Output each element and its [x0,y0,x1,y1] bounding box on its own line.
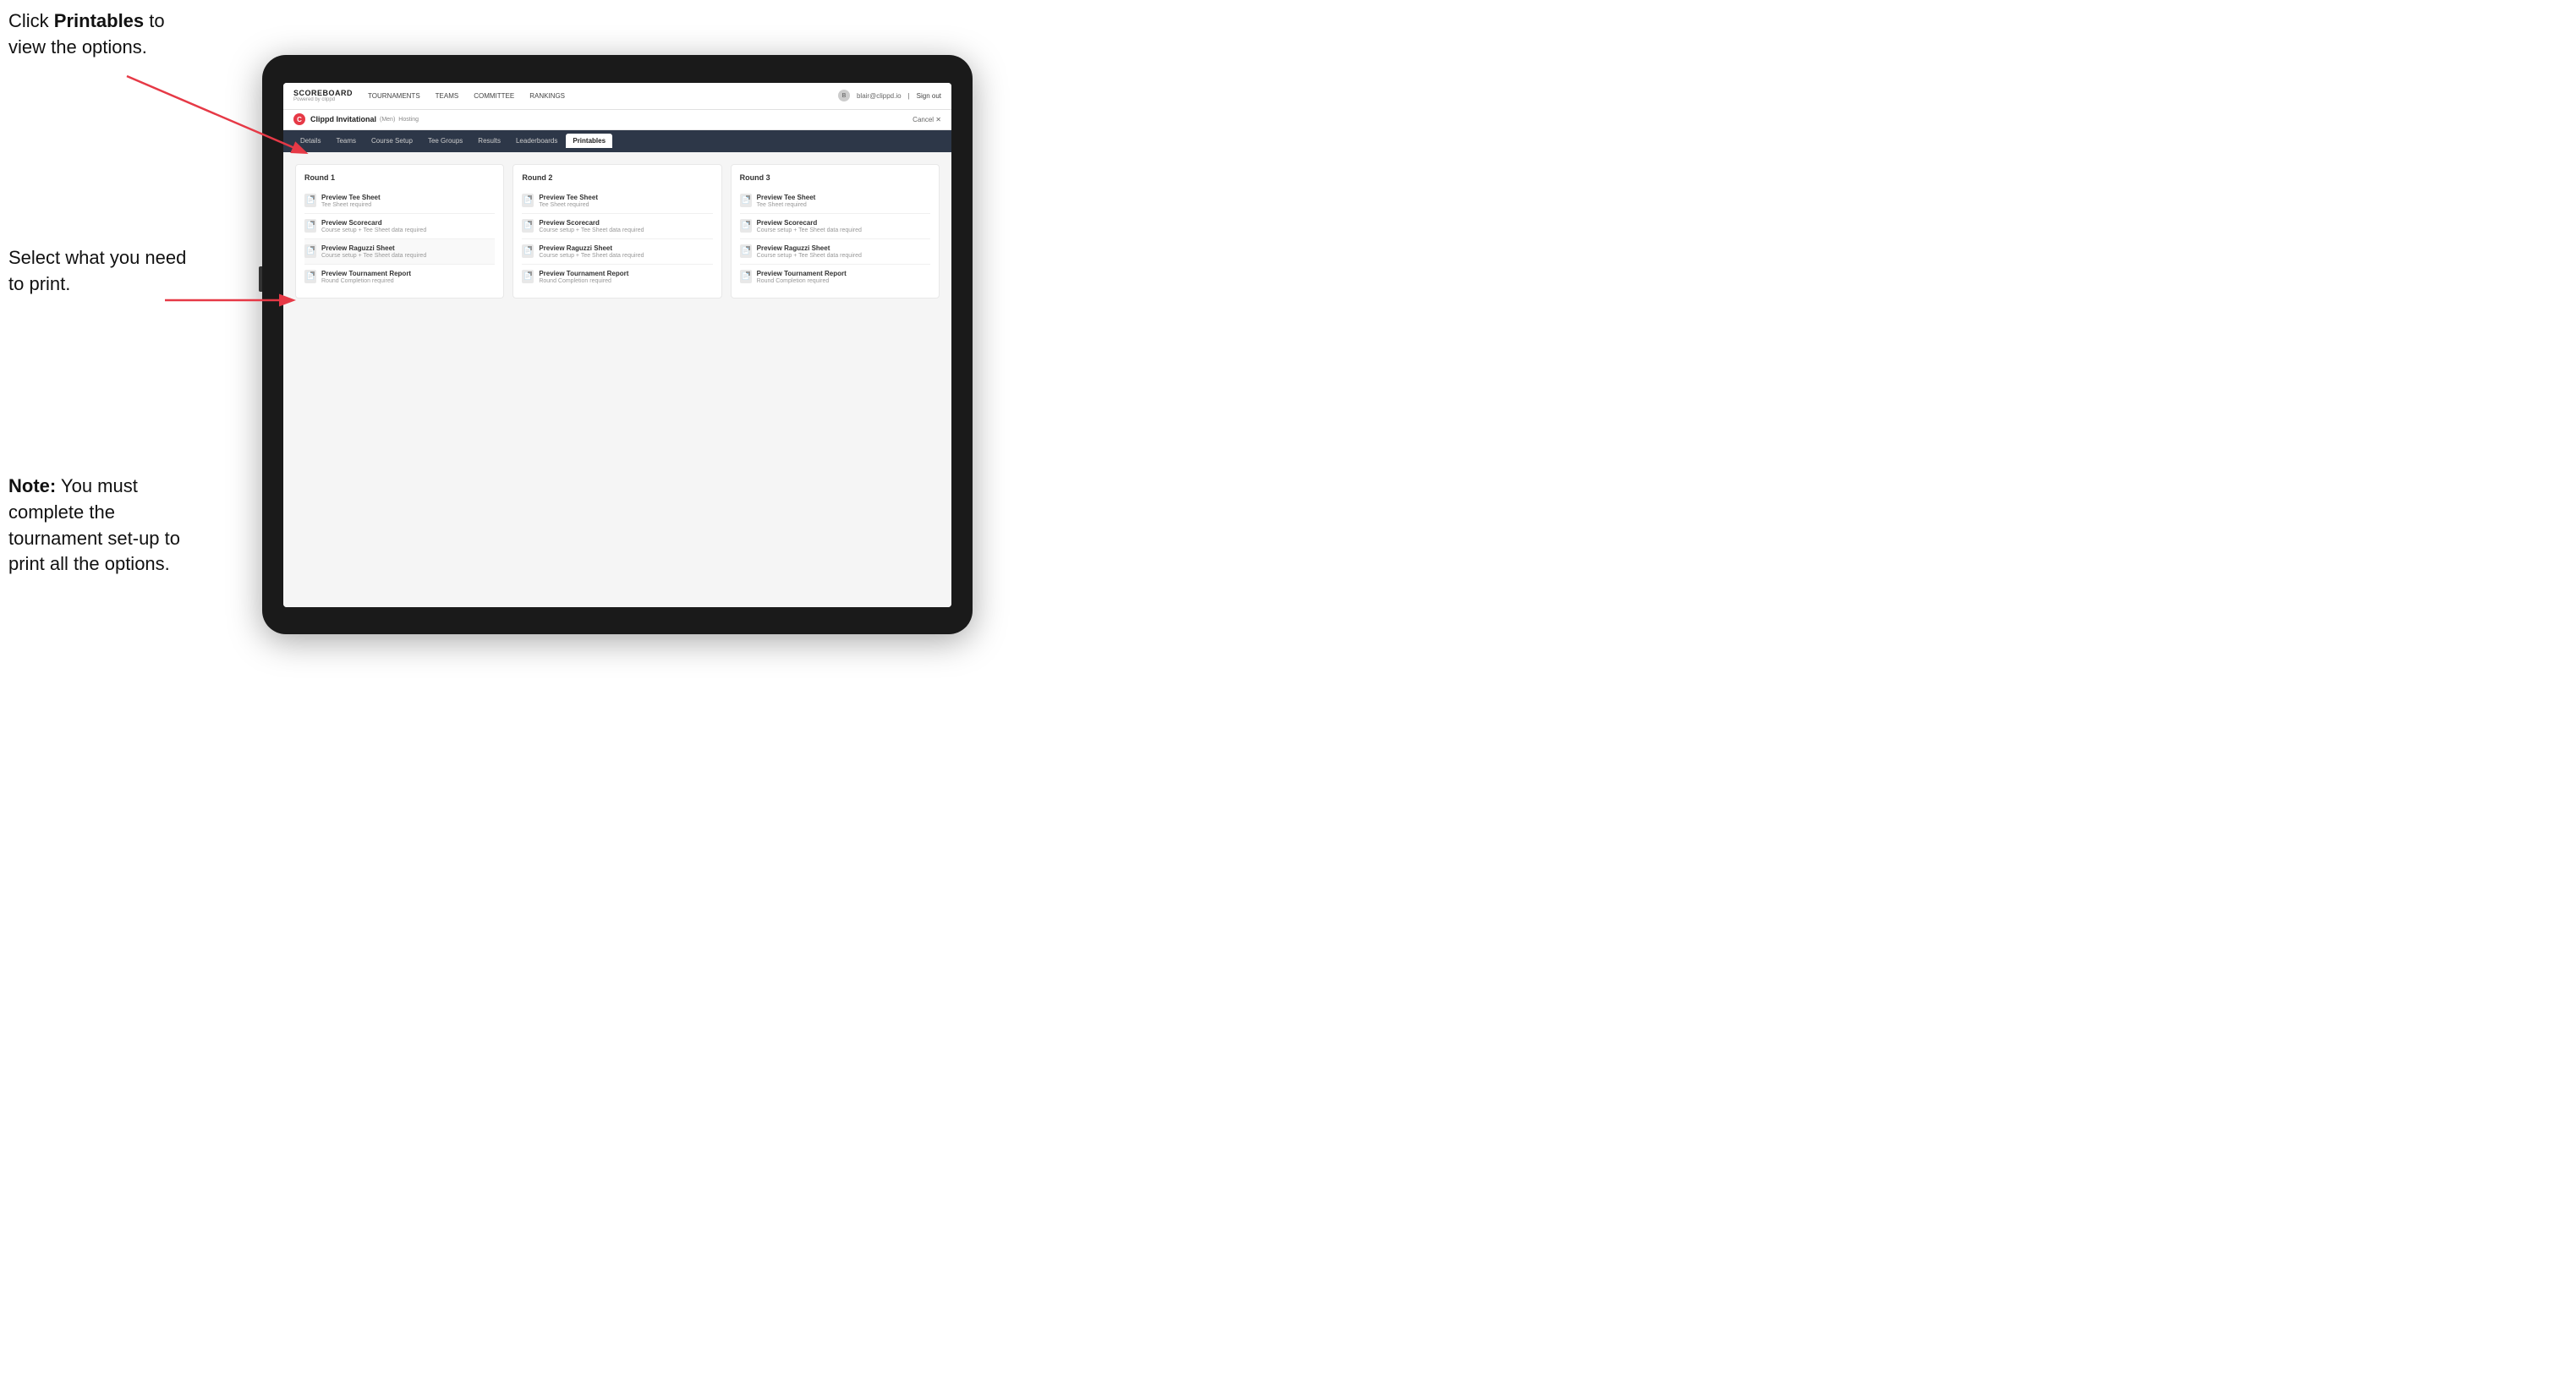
item-name: Preview Scorecard [321,219,426,227]
nav-rankings[interactable]: RANKINGS [528,92,567,100]
item-name: Preview Tournament Report [321,270,411,277]
doc-icon: 📄 [522,219,534,233]
print-item-text: Preview Tee Sheet Tee Sheet required [539,194,598,208]
item-desc: Course setup + Tee Sheet data required [539,253,644,259]
list-item[interactable]: 📄 Preview Scorecard Course setup + Tee S… [740,214,930,239]
item-name: Preview Scorecard [757,219,862,227]
list-item[interactable]: 📄 Preview Tee Sheet Tee Sheet required [740,189,930,214]
print-item-text: Preview Raguzzi Sheet Course setup + Tee… [321,244,426,259]
doc-icon: 📄 [522,194,534,207]
print-item-text: Preview Raguzzi Sheet Course setup + Tee… [757,244,862,259]
arrow-to-printables [118,68,330,169]
print-item-text: Preview Tee Sheet Tee Sheet required [321,194,381,208]
cancel-button[interactable]: Cancel ✕ [913,116,941,123]
list-item[interactable]: 📄 Preview Raguzzi Sheet Course setup + T… [740,239,930,265]
item-desc: Tee Sheet required [321,202,381,208]
print-item-text: Preview Scorecard Course setup + Tee She… [321,219,426,233]
print-item-text: Preview Scorecard Course setup + Tee She… [757,219,862,233]
instruction-bottom: Note: You must complete the tournament s… [8,474,211,578]
content-area: Round 1 📄 Preview Tee Sheet Tee Sheet re… [283,152,951,607]
top-nav: SCOREBOARD Powered by clippd TOURNAMENTS… [283,83,951,110]
print-item-text: Preview Tournament Report Round Completi… [539,270,628,284]
nav-tournaments[interactable]: TOURNAMENTS [366,92,422,100]
item-desc: Course setup + Tee Sheet data required [321,227,426,233]
round-2-title: Round 2 [522,173,712,182]
sign-out-separator: | [908,92,910,100]
item-name: Preview Scorecard [539,219,644,227]
round-1-column: Round 1 📄 Preview Tee Sheet Tee Sheet re… [295,164,504,299]
round-3-column: Round 3 📄 Preview Tee Sheet Tee Sheet re… [731,164,940,299]
tab-results[interactable]: Results [471,134,507,148]
list-item[interactable]: 📄 Preview Raguzzi Sheet Course setup + T… [522,239,712,265]
nav-links: TOURNAMENTS TEAMS COMMITTEE RANKINGS [366,92,838,100]
tab-course-setup[interactable]: Course Setup [364,134,419,148]
nav-committee[interactable]: COMMITTEE [472,92,516,100]
nav-teams[interactable]: TEAMS [434,92,461,100]
doc-icon: 📄 [304,219,316,233]
list-item[interactable]: 📄 Preview Tournament Report Round Comple… [522,265,712,289]
instruction-top: Click Printables to view the options. [8,8,195,61]
item-desc: Course setup + Tee Sheet data required [321,253,426,259]
arrow-to-raguzzi [156,279,309,321]
rounds-grid: Round 1 📄 Preview Tee Sheet Tee Sheet re… [295,164,940,299]
doc-icon: 📄 [740,219,752,233]
list-item[interactable]: 📄 Preview Scorecard Course setup + Tee S… [304,214,495,239]
tournament-header: C Clippd Invitational (Men) Hosting Canc… [283,110,951,130]
list-item[interactable]: 📄 Preview Tee Sheet Tee Sheet required [304,189,495,214]
item-name: Preview Raguzzi Sheet [539,244,644,252]
printables-bold: Printables [54,10,144,31]
doc-icon: 📄 [304,194,316,207]
item-name: Preview Raguzzi Sheet [321,244,426,252]
item-name: Preview Tee Sheet [321,194,381,201]
list-item[interactable]: 📄 Preview Scorecard Course setup + Tee S… [522,214,712,239]
item-name: Preview Tee Sheet [539,194,598,201]
item-name: Preview Tournament Report [539,270,628,277]
print-item-text: Preview Tee Sheet Tee Sheet required [757,194,816,208]
tab-printables[interactable]: Printables [566,134,612,148]
list-item[interactable]: 📄 Preview Tournament Report Round Comple… [304,265,495,289]
round-2-column: Round 2 📄 Preview Tee Sheet Tee Sheet re… [512,164,721,299]
print-item-text: Preview Tournament Report Round Completi… [757,270,847,284]
item-desc: Tee Sheet required [539,202,598,208]
nav-right: B blair@clippd.io | Sign out [838,90,941,101]
list-item[interactable]: 📄 Preview Tee Sheet Tee Sheet required [522,189,712,214]
doc-icon: 📄 [740,244,752,258]
instruction-bottom-text: Note: You must complete the tournament s… [8,475,180,574]
item-desc: Course setup + Tee Sheet data required [757,227,862,233]
item-desc: Course setup + Tee Sheet data required [539,227,644,233]
tournament-status: Hosting [398,117,419,123]
round-3-title: Round 3 [740,173,930,182]
item-name: Preview Tee Sheet [757,194,816,201]
tab-teams[interactable]: Teams [329,134,363,148]
item-desc: Tee Sheet required [757,202,816,208]
tablet-frame: SCOREBOARD Powered by clippd TOURNAMENTS… [262,55,973,634]
doc-icon: 📄 [522,244,534,258]
tablet-screen: SCOREBOARD Powered by clippd TOURNAMENTS… [283,83,951,607]
item-name: Preview Tournament Report [757,270,847,277]
user-avatar: B [838,90,850,101]
sign-out-link[interactable]: Sign out [917,92,941,100]
doc-icon: 📄 [522,270,534,283]
print-item-text: Preview Tournament Report Round Completi… [321,270,411,284]
instruction-top-text: Click Printables to view the options. [8,10,165,58]
doc-icon: 📄 [740,270,752,283]
list-item[interactable]: 📄 Preview Raguzzi Sheet Course setup + T… [304,239,495,265]
tab-leaderboards[interactable]: Leaderboards [509,134,564,148]
user-email: blair@clippd.io [857,92,902,100]
round-1-title: Round 1 [304,173,495,182]
item-desc: Round Completion required [321,278,411,284]
tournament-badge: (Men) [380,117,395,123]
item-desc: Course setup + Tee Sheet data required [757,253,862,259]
note-bold: Note: [8,475,56,496]
print-item-text: Preview Raguzzi Sheet Course setup + Tee… [539,244,644,259]
item-name: Preview Raguzzi Sheet [757,244,862,252]
tab-tee-groups[interactable]: Tee Groups [421,134,469,148]
sub-tabs: Details Teams Course Setup Tee Groups Re… [283,130,951,152]
print-item-text: Preview Scorecard Course setup + Tee She… [539,219,644,233]
item-desc: Round Completion required [539,278,628,284]
list-item[interactable]: 📄 Preview Tournament Report Round Comple… [740,265,930,289]
doc-icon: 📄 [740,194,752,207]
doc-icon: 📄 [304,244,316,258]
item-desc: Round Completion required [757,278,847,284]
